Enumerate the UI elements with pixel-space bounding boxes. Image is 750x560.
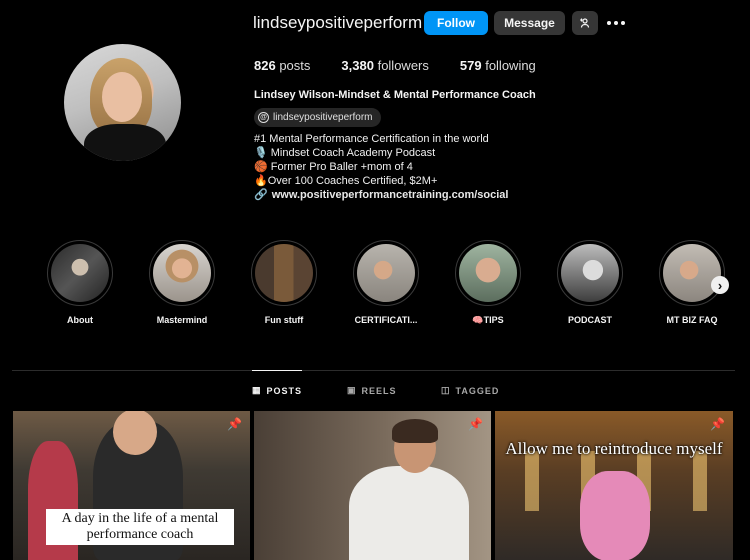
highlight-label: PODCAST: [567, 315, 612, 325]
highlight-label: CERTIFICATI...: [354, 315, 418, 325]
tabs-divider: [12, 370, 735, 371]
profile-avatar[interactable]: [64, 44, 181, 161]
highlight-label: About: [67, 315, 93, 325]
highlight-ring: [149, 240, 215, 306]
grid-icon: ▦: [252, 385, 262, 395]
pin-icon: 📌: [710, 417, 725, 431]
tab-label: TAGGED: [455, 385, 500, 396]
more-options-icon[interactable]: [607, 14, 627, 32]
post-photo-figure: [349, 466, 469, 560]
add-person-icon: [580, 18, 590, 28]
avatar-body: [84, 124, 166, 161]
bio-line: 🏀 Former Pro Baller +mom of 4: [254, 161, 413, 173]
profile-bio: #1 Mental Performance Certification in t…: [254, 132, 508, 202]
threads-icon: @: [258, 112, 269, 123]
highlight-cover: [561, 244, 619, 302]
avatar-face: [102, 72, 142, 122]
suggested-accounts-button[interactable]: [572, 11, 598, 35]
highlight-mastermind[interactable]: Mastermind: [142, 240, 222, 325]
chevron-right-icon[interactable]: ›: [711, 276, 729, 294]
highlight-label: Fun stuff: [264, 315, 304, 325]
tab-label: REELS: [361, 385, 397, 396]
highlight-about[interactable]: About: [40, 240, 120, 325]
highlight-ring: [557, 240, 623, 306]
highlight-cover: [357, 244, 415, 302]
post-photo-figure: [113, 411, 157, 455]
post-tile[interactable]: Allow me to reintroduce myself 📌: [495, 411, 733, 560]
highlight-label: Mastermind: [156, 315, 208, 325]
highlight-label: 🧠TIPS: [472, 315, 504, 325]
highlight-fun-stuff[interactable]: Fun stuff: [244, 240, 324, 325]
bio-line: #1 Mental Performance Certification in t…: [254, 133, 489, 145]
highlight-ring: [353, 240, 419, 306]
post-photo-figure: [580, 471, 650, 560]
bio-line: 🔥Over 100 Coaches Certified, $2M+: [254, 175, 438, 187]
highlight-ring: [455, 240, 521, 306]
highlight-ring: [47, 240, 113, 306]
post-tile[interactable]: A day in the life of a mental performanc…: [13, 411, 250, 560]
active-tab-indicator: [252, 370, 302, 371]
profile-username: lindseypositiveperform: [253, 13, 423, 32]
followers-stat[interactable]: 3,380 followers: [341, 58, 428, 73]
tagged-icon: ◫: [441, 385, 451, 395]
highlight-cover: [255, 244, 313, 302]
highlight-ring: [251, 240, 317, 306]
tab-tagged[interactable]: ◫ TAGGED: [441, 385, 499, 396]
highlight-cover: [153, 244, 211, 302]
follow-button[interactable]: Follow: [424, 11, 488, 35]
highlight-certification[interactable]: CERTIFICATI...: [346, 240, 426, 325]
highlight-label: MT BIZ FAQ: [666, 315, 718, 325]
highlight-podcast[interactable]: PODCAST: [550, 240, 630, 325]
reels-icon: ▣: [347, 385, 357, 395]
message-button[interactable]: Message: [494, 11, 565, 35]
profile-stats: 826 posts 3,380 followers 579 following: [254, 58, 536, 73]
threads-handle: lindseypositiveperform: [273, 112, 373, 123]
post-tile[interactable]: 📌: [254, 411, 491, 560]
posts-stat[interactable]: 826 posts: [254, 58, 310, 73]
bio-link-row[interactable]: 🔗 www.positiveperformancetraining.com/soc…: [254, 188, 508, 202]
pin-icon: 📌: [227, 417, 242, 431]
highlight-cover: [51, 244, 109, 302]
threads-badge[interactable]: @ lindseypositiveperform: [254, 108, 381, 127]
bio-link[interactable]: www.positiveperformancetraining.com/soci…: [272, 189, 509, 201]
tab-posts[interactable]: ▦ POSTS: [252, 385, 302, 396]
bio-line: 🎙️ Mindset Coach Academy Podcast: [254, 147, 436, 159]
profile-full-name: Lindsey Wilson-Mindset & Mental Performa…: [254, 89, 536, 101]
tab-label: POSTS: [266, 385, 303, 396]
highlight-ring: [659, 240, 725, 306]
story-highlights: About Mastermind Fun stuff CERTIFICATI..…: [40, 240, 740, 330]
highlight-cover: [663, 244, 721, 302]
link-icon: 🔗: [254, 189, 268, 201]
tab-reels[interactable]: ▣ REELS: [347, 385, 397, 396]
pin-icon: 📌: [468, 417, 483, 431]
highlight-cover: [459, 244, 517, 302]
post-caption: A day in the life of a mental performanc…: [46, 509, 234, 545]
post-photo-figure: [392, 419, 438, 443]
following-stat[interactable]: 579 following: [460, 58, 536, 73]
post-caption: Allow me to reintroduce myself: [505, 439, 723, 458]
highlight-tips[interactable]: 🧠TIPS: [448, 240, 528, 326]
